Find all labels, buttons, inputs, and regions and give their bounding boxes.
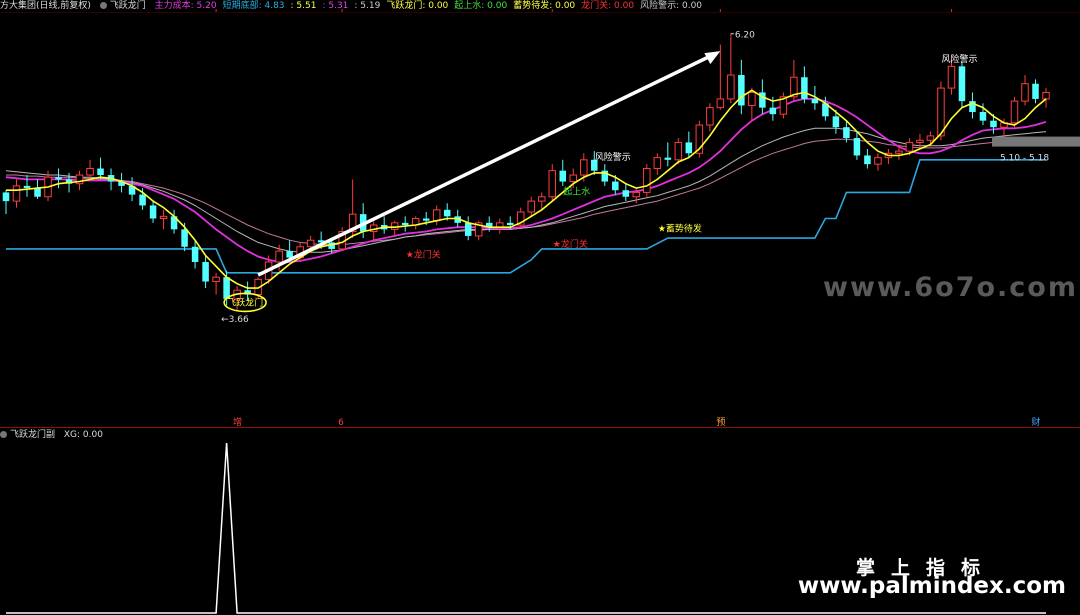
- candle-body: [548, 170, 557, 198]
- candle-body: [55, 177, 62, 180]
- ma-yellow-line: [6, 89, 1047, 289]
- annotation-label: 风险警示: [941, 53, 977, 65]
- candle-body: [34, 188, 41, 197]
- candle-body: [874, 157, 882, 165]
- candle-body: [212, 276, 220, 283]
- candle-body: [12, 185, 21, 202]
- candle-body: [947, 65, 956, 89]
- candle-body: [223, 277, 230, 299]
- candle-body: [97, 168, 104, 176]
- event-marker: 增: [233, 416, 242, 428]
- candle-body: [422, 218, 430, 221]
- candle-body: [159, 215, 168, 219]
- candle-body: [685, 142, 693, 154]
- candle-body: [306, 239, 315, 248]
- price-range-box: [992, 136, 1080, 147]
- candle-body: [139, 194, 146, 206]
- candle-body: [464, 222, 472, 236]
- candle-body: [86, 168, 94, 176]
- candle-body: [559, 170, 567, 182]
- candle-body: [202, 261, 209, 282]
- candle-body: [580, 159, 588, 176]
- candle-body: [1010, 100, 1019, 124]
- candle-body: [811, 98, 819, 104]
- price-chart[interactable]: 6.20 ←3.66 5.10 - 5.18 飞跃龙门 ★龙门关 ★龙门关 起上水 ★蓄势待发…: [0, 0, 1080, 615]
- candle-body: [538, 196, 546, 202]
- annotation-label: 风险警示: [595, 151, 631, 163]
- candle-body: [769, 107, 777, 115]
- candle-body: [843, 127, 850, 139]
- candle-body: [390, 222, 399, 230]
- candle-body: [23, 185, 31, 189]
- ma-magenta-line: [5, 98, 1047, 263]
- candle-body: [738, 75, 745, 106]
- candle-body: [1021, 83, 1029, 102]
- trend-arrow-line: [257, 53, 714, 277]
- candle-body: [727, 74, 735, 100]
- event-marker: 6: [338, 418, 344, 428]
- candle-body: [895, 150, 903, 154]
- candle-body: [443, 209, 451, 217]
- candle-body: [506, 222, 514, 226]
- candle-body: [643, 168, 651, 193]
- watermark-site: www.6o7o.com: [823, 272, 1078, 303]
- annotation-label: 飞跃龙门: [227, 296, 263, 308]
- candle-body: [916, 139, 924, 143]
- candle-body: [653, 157, 662, 170]
- annotation-label: ★蓄势待发: [658, 223, 702, 235]
- candle-body: [181, 229, 188, 247]
- candle-body: [569, 174, 578, 183]
- candle-body: [905, 141, 914, 152]
- annotation-label: ★龙门关: [406, 249, 441, 261]
- candle-body: [664, 157, 672, 160]
- candle-body: [748, 91, 756, 106]
- candle-body: [1042, 91, 1050, 100]
- candle-body: [979, 111, 987, 121]
- candle-body: [958, 66, 966, 102]
- candle-body: [632, 191, 641, 198]
- candle-body: [1032, 83, 1039, 99]
- candle-body: [853, 138, 861, 156]
- candle-body: [286, 251, 293, 258]
- candle-body: [832, 116, 840, 128]
- annotation-label: 起上水: [563, 186, 590, 198]
- candle-body: [937, 87, 945, 137]
- candle-body: [2, 192, 10, 202]
- candle-body: [275, 250, 283, 263]
- candle-body: [622, 190, 630, 197]
- annotation-label: ★龙门关: [553, 238, 588, 250]
- candle-body: [864, 155, 871, 165]
- candle-body: [926, 135, 935, 141]
- candle-body: [191, 246, 199, 262]
- event-marker: 预: [716, 417, 725, 428]
- candle-body: [612, 181, 619, 191]
- candle-body: [706, 107, 714, 126]
- price-range-label: 5.10 - 5.18: [1000, 154, 1049, 164]
- candle-body: [149, 205, 157, 219]
- low-price-label: ←3.66: [221, 315, 249, 325]
- candle-body: [801, 77, 808, 99]
- watermark-url: www.palmindex.com: [797, 573, 1066, 599]
- candle-body: [432, 209, 441, 222]
- candle-body: [990, 120, 997, 128]
- event-marker: 财: [1031, 416, 1040, 428]
- high-price-label: 6.20: [735, 31, 755, 41]
- candle-body: [401, 222, 409, 226]
- candle-body: [716, 98, 725, 109]
- candle-body: [527, 200, 536, 213]
- candle-body: [674, 141, 683, 161]
